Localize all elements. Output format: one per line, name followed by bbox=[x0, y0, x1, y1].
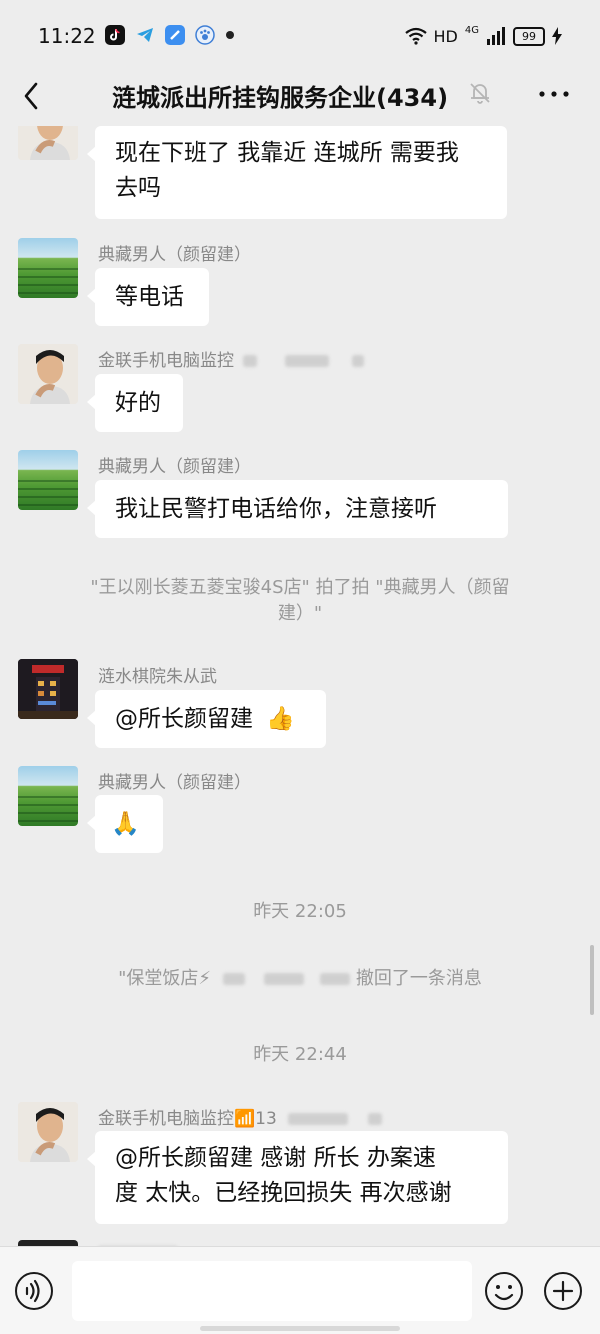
redacted-text bbox=[367, 1113, 382, 1125]
redacted-text bbox=[288, 1113, 349, 1125]
notification-dot bbox=[226, 31, 234, 39]
back-icon[interactable] bbox=[18, 76, 58, 116]
message-text: 等电话 bbox=[115, 284, 184, 310]
charging-icon bbox=[552, 27, 562, 45]
system-notice-pat: "王以刚长菱五菱宝骏4S店" 拍了拍 "典藏男人（颜留 建）" bbox=[90, 577, 510, 624]
message-text: 现在下班了 我靠近 连城所 需要我 bbox=[115, 140, 459, 166]
mute-bell-icon bbox=[467, 80, 493, 106]
timestamp: 昨天 22:05 bbox=[253, 901, 347, 922]
redacted-text bbox=[352, 355, 365, 367]
message-text: @所长颜留建 感谢 所长 办案速 bbox=[115, 1145, 436, 1171]
chat-title: 涟城派出所挂钩服务企业(434) bbox=[112, 84, 449, 112]
paw-app-icon bbox=[195, 25, 215, 45]
redacted-text bbox=[222, 973, 245, 985]
message-bubble[interactable]: @所长颜留建 感谢 所长 办案速 度 太快。已经挽回损失 再次感谢 bbox=[87, 1131, 508, 1224]
system-notice-recall: "保堂饭店⚡ 撤回了一条消息 bbox=[118, 968, 482, 989]
message-bubble[interactable]: 好的 bbox=[87, 374, 183, 432]
signal-icon bbox=[487, 27, 505, 45]
home-indicator[interactable] bbox=[200, 1326, 400, 1331]
message-list[interactable]: 现在下班了 我靠近 连城所 需要我 去吗 典藏男人（颜留建） 等电话 金联手机电… bbox=[0, 126, 600, 1246]
message-bubble[interactable]: 🙏 bbox=[87, 795, 163, 853]
telegram-app-icon bbox=[135, 25, 155, 45]
status-indicators: HD 4G 99 bbox=[404, 22, 562, 50]
status-bar: 11:22 HD 4G 99 bbox=[0, 0, 600, 70]
note-app-icon bbox=[165, 25, 185, 45]
message-input[interactable] bbox=[72, 1261, 472, 1321]
message-bubble[interactable]: 现在下班了 我靠近 连城所 需要我 去吗 bbox=[87, 126, 507, 219]
chat-header: 涟城派出所挂钩服务企业(434) bbox=[0, 70, 600, 126]
tiktok-app-icon bbox=[105, 25, 125, 45]
sender-name: 金联手机电脑监控📶13 bbox=[98, 1104, 382, 1129]
thumbs-up-emoji: 👍 bbox=[266, 706, 295, 732]
sender-name: 涟水棋院朱从武 bbox=[98, 667, 217, 687]
message-text: 我让民警打电话给你，注意接听 bbox=[115, 496, 437, 522]
battery-icon: 99 bbox=[513, 26, 545, 46]
input-bar bbox=[0, 1246, 600, 1334]
redacted-text bbox=[320, 973, 351, 985]
status-time: 11:22 bbox=[38, 24, 96, 48]
avatar-diancang[interactable] bbox=[18, 238, 78, 298]
avatar-lianshui[interactable] bbox=[18, 659, 78, 719]
voice-icon[interactable] bbox=[14, 1271, 54, 1311]
pray-emoji: 🙏 bbox=[111, 811, 140, 837]
sender-name: 典藏男人（颜留建） bbox=[98, 457, 251, 477]
message-text: 去吗 bbox=[115, 175, 161, 201]
message-bubble[interactable]: @所长颜留建 👍 bbox=[87, 690, 326, 748]
scrollbar[interactable] bbox=[590, 945, 594, 1015]
emoji-icon[interactable] bbox=[484, 1271, 524, 1311]
network-label: HD bbox=[433, 26, 458, 46]
message-text: @所长颜留建 bbox=[115, 706, 253, 732]
avatar-jinlian[interactable] bbox=[18, 1102, 78, 1162]
plus-icon[interactable] bbox=[543, 1271, 583, 1311]
sender-name: 典藏男人（颜留建） bbox=[98, 245, 251, 265]
message-text: 度 太快。已经挽回损失 再次感谢 bbox=[115, 1180, 452, 1206]
avatar-diancang[interactable] bbox=[18, 766, 78, 826]
signal-type: 4G bbox=[464, 25, 479, 36]
avatar-diancang[interactable] bbox=[18, 450, 78, 510]
sender-name: 金联手机电脑监控 bbox=[98, 346, 365, 371]
timestamp: 昨天 22:44 bbox=[253, 1044, 347, 1065]
message-text: 好的 bbox=[115, 390, 161, 416]
message-bubble[interactable]: 等电话 bbox=[87, 268, 209, 326]
avatar-jinlian[interactable] bbox=[18, 126, 78, 160]
avatar-jinlian[interactable] bbox=[18, 344, 78, 404]
sender-name: 典藏男人（颜留建） bbox=[98, 773, 251, 793]
more-icon[interactable] bbox=[536, 82, 572, 106]
wifi-icon bbox=[404, 27, 427, 45]
redacted-text bbox=[284, 355, 329, 367]
redacted-text bbox=[264, 973, 305, 985]
redacted-text bbox=[243, 355, 258, 367]
message-bubble[interactable]: 我让民警打电话给你，注意接听 bbox=[87, 480, 508, 538]
